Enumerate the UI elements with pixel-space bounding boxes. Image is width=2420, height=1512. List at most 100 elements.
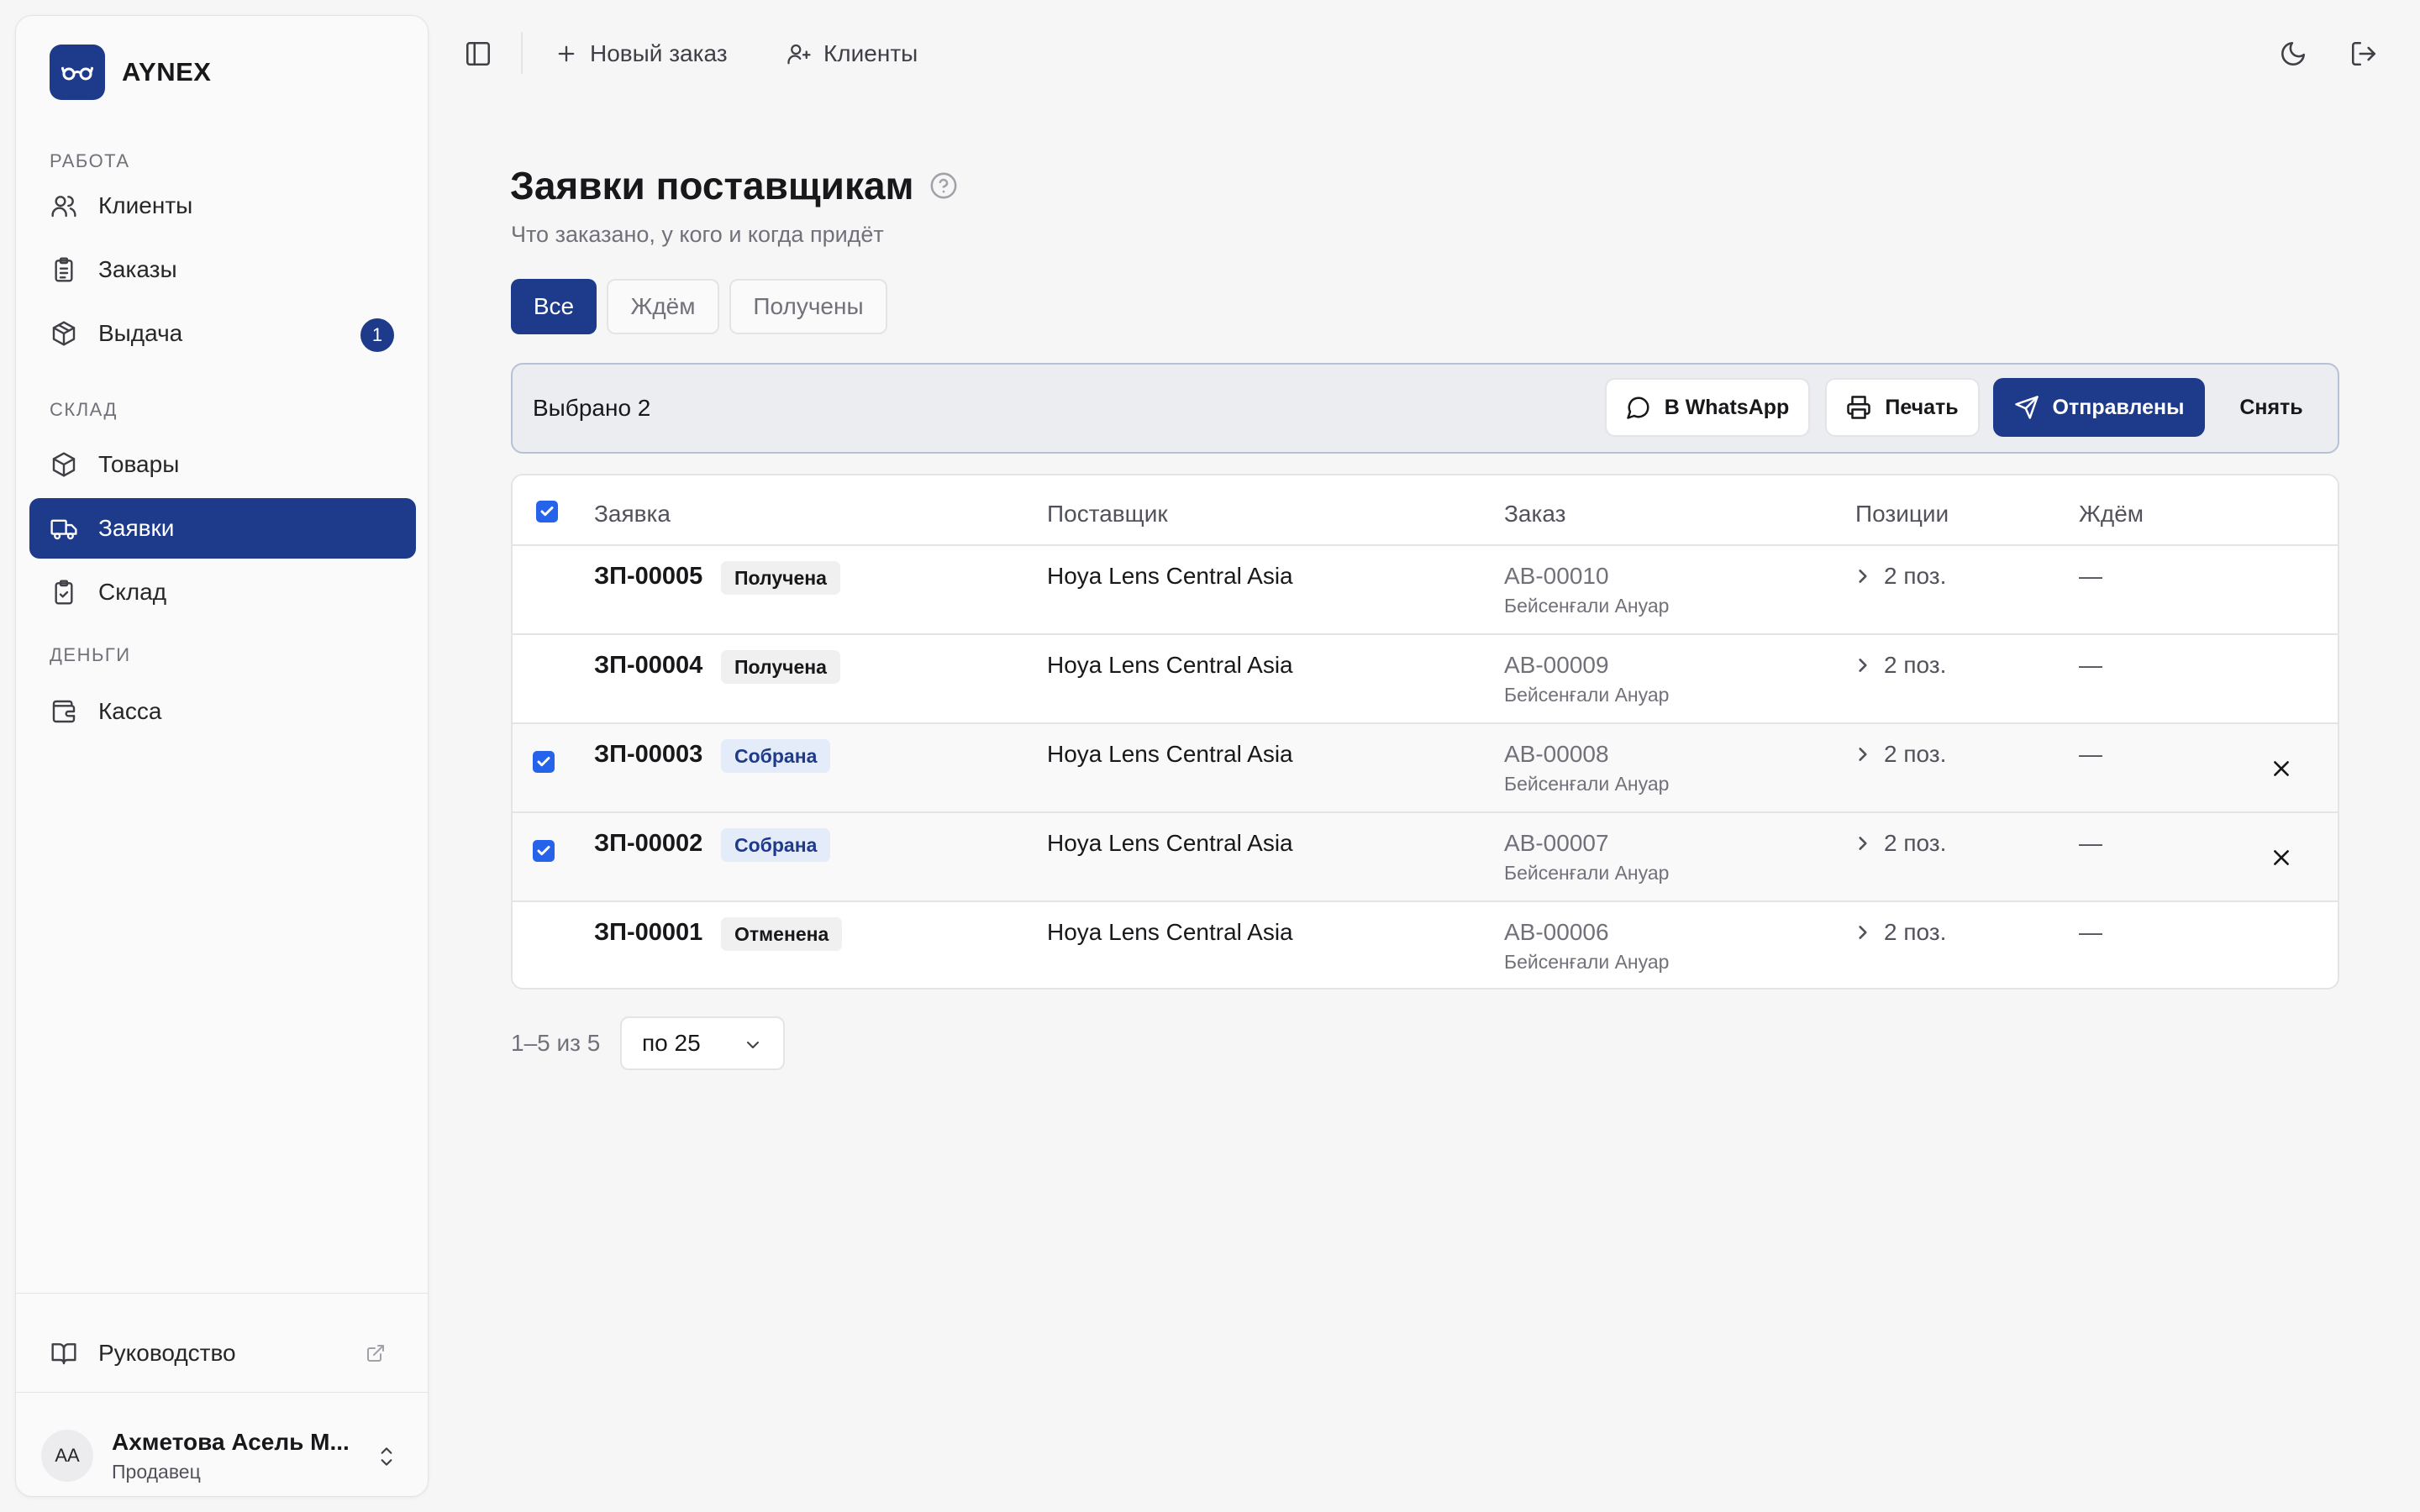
help-circle-icon[interactable] xyxy=(929,171,958,200)
printer-icon xyxy=(1846,395,1871,420)
per-page-select[interactable]: по 25 xyxy=(620,1016,785,1070)
table-row[interactable]: ЗП-00004 Получена Hoya Lens Central Asia… xyxy=(513,635,2338,724)
positions-toggle[interactable]: 2 поз. xyxy=(1857,563,1946,590)
order-client: Бейсенғали Ануар xyxy=(1504,951,1670,973)
section-label-work: РАБОТА xyxy=(50,150,130,171)
positions-toggle[interactable]: 2 поз. xyxy=(1857,652,1946,679)
request-id[interactable]: ЗП-00004 xyxy=(594,652,702,680)
request-id[interactable]: ЗП-00002 xyxy=(594,830,702,858)
toggle-sidebar-button[interactable] xyxy=(464,34,492,74)
page-subtitle: Что заказано, у кого и когда придёт xyxy=(511,222,884,247)
theme-toggle-button[interactable] xyxy=(2279,34,2307,74)
sidebar-item-label: Заявки xyxy=(98,515,175,541)
truck-icon xyxy=(50,514,78,543)
row-checkbox[interactable] xyxy=(533,840,555,862)
box-icon xyxy=(50,450,78,479)
order-number[interactable]: АВ-00007 xyxy=(1504,830,1609,857)
tab-received[interactable]: Получены xyxy=(729,279,887,334)
sidebar: AYNEX РАБОТА Клиенты Заказы Выдача 1 СКЛ… xyxy=(15,15,429,1497)
column-header-waiting[interactable]: Ждём xyxy=(2079,501,2144,528)
panel-left-icon xyxy=(464,39,492,68)
table-row[interactable]: ЗП-00005 Получена Hoya Lens Central Asia… xyxy=(513,546,2338,635)
table-row[interactable]: ЗП-00002 Собрана Hoya Lens Central Asia … xyxy=(513,813,2338,902)
order-number[interactable]: АВ-00009 xyxy=(1504,652,1609,679)
order-client: Бейсенғали Ануар xyxy=(1504,684,1670,706)
order-number[interactable]: АВ-00006 xyxy=(1504,919,1609,946)
order-number[interactable]: АВ-00008 xyxy=(1504,741,1609,768)
clients-label: Клиенты xyxy=(823,40,918,66)
mark-sent-button[interactable]: Отправлены xyxy=(1993,378,2205,437)
user-name: Ахметова Асель М... xyxy=(112,1428,350,1455)
status-badge: Собрана xyxy=(721,828,831,862)
clients-button[interactable]: Клиенты xyxy=(786,34,918,74)
status-badge: Получена xyxy=(721,650,840,684)
sidebar-item-requests[interactable]: Заявки xyxy=(29,498,416,559)
topbar-separator xyxy=(521,32,523,74)
sidebar-divider xyxy=(16,1293,428,1294)
sidebar-item-label: Склад xyxy=(98,579,167,605)
sidebar-item-warehouse[interactable]: Склад xyxy=(29,562,416,622)
requests-table: Заявка Поставщик Заказ Позиции Ждём ЗП-0… xyxy=(511,474,2339,990)
logout-icon xyxy=(2349,39,2378,68)
supplier-name: Hoya Lens Central Asia xyxy=(1047,563,1293,589)
print-button[interactable]: Печать xyxy=(1825,378,1980,437)
positions-toggle[interactable]: 2 поз. xyxy=(1857,830,1946,857)
supplier-name: Hoya Lens Central Asia xyxy=(1047,830,1293,856)
status-badge: Отменена xyxy=(721,917,843,951)
order-client: Бейсенғали Ануар xyxy=(1504,773,1670,795)
new-order-button[interactable]: Новый заказ xyxy=(555,34,728,74)
row-checkbox[interactable] xyxy=(533,751,555,773)
package-icon xyxy=(50,319,78,348)
positions-toggle[interactable]: 2 поз. xyxy=(1857,741,1946,768)
order-number[interactable]: АВ-00010 xyxy=(1504,563,1609,590)
plus-icon xyxy=(555,42,578,66)
order-client: Бейсенғали Ануар xyxy=(1504,862,1670,884)
section-label-money: ДЕНЬГИ xyxy=(50,644,131,665)
glasses-logo-icon xyxy=(50,45,105,100)
logout-button[interactable] xyxy=(2349,34,2378,74)
tab-waiting[interactable]: Ждём xyxy=(607,279,719,334)
user-menu[interactable]: АА Ахметова Асель М... Продавец xyxy=(41,1425,411,1486)
tab-all[interactable]: Все xyxy=(511,279,597,334)
sidebar-item-cash[interactable]: Касса xyxy=(29,681,416,742)
table-row[interactable]: ЗП-00001 Отменена Hoya Lens Central Asia… xyxy=(513,902,2338,988)
section-label-warehouse: СКЛАД xyxy=(50,399,118,420)
sidebar-item-label: Касса xyxy=(98,698,162,724)
clear-selection-button[interactable]: Снять xyxy=(2218,378,2324,437)
column-header-supplier[interactable]: Поставщик xyxy=(1047,501,1168,528)
mark-sent-label: Отправлены xyxy=(2052,395,2185,419)
chevron-right-icon xyxy=(1859,659,1867,672)
positions-count: 2 поз. xyxy=(1884,652,1947,678)
users-icon xyxy=(50,192,78,220)
avatar: АА xyxy=(41,1430,93,1482)
bulk-action-bar: Выбрано 2 В WhatsApp Печать Отправлены С… xyxy=(511,363,2339,454)
waiting-value: — xyxy=(2079,563,2102,589)
column-header-request[interactable]: Заявка xyxy=(594,501,671,528)
whatsapp-button[interactable]: В WhatsApp xyxy=(1605,378,1810,437)
pickup-count-badge: 1 xyxy=(360,318,394,352)
chevron-right-icon xyxy=(1859,748,1867,761)
waiting-value: — xyxy=(2079,652,2102,678)
sidebar-item-clients[interactable]: Клиенты xyxy=(29,176,416,236)
request-id[interactable]: ЗП-00003 xyxy=(594,741,702,769)
column-header-order[interactable]: Заказ xyxy=(1504,501,1565,528)
sidebar-item-goods[interactable]: Товары xyxy=(29,434,416,495)
sidebar-item-orders[interactable]: Заказы xyxy=(29,239,416,300)
order-client: Бейсенғали Ануар xyxy=(1504,595,1670,617)
request-id[interactable]: ЗП-00001 xyxy=(594,919,702,947)
request-id[interactable]: ЗП-00005 xyxy=(594,563,702,591)
positions-count: 2 поз. xyxy=(1884,741,1947,767)
close-icon[interactable] xyxy=(2270,758,2292,780)
sidebar-item-pickup[interactable]: Выдача 1 xyxy=(29,303,416,364)
close-icon[interactable] xyxy=(2270,847,2292,869)
sidebar-item-guide[interactable]: Руководство xyxy=(29,1323,416,1383)
column-header-positions[interactable]: Позиции xyxy=(1855,501,1949,528)
table-row[interactable]: ЗП-00003 Собрана Hoya Lens Central Asia … xyxy=(513,724,2338,813)
chevron-right-icon xyxy=(1859,837,1867,850)
positions-count: 2 поз. xyxy=(1884,830,1947,856)
brand[interactable]: AYNEX xyxy=(50,45,211,100)
sidebar-item-label: Выдача xyxy=(98,320,183,346)
select-all-checkbox[interactable] xyxy=(536,501,558,522)
positions-toggle[interactable]: 2 поз. xyxy=(1857,919,1946,946)
send-icon xyxy=(2014,395,2039,420)
